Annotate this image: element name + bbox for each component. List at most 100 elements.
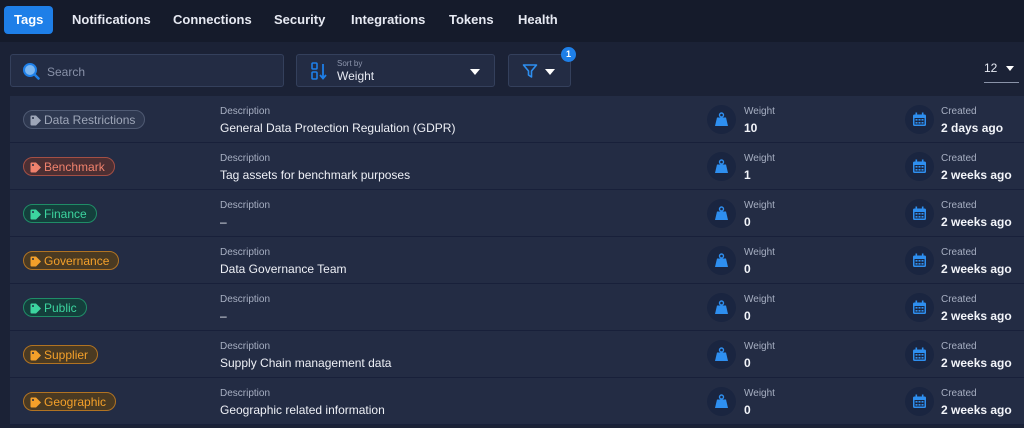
description-value: Supply Chain management data — [220, 356, 392, 370]
weight-icon-badge — [707, 152, 736, 181]
table-row[interactable]: Benchmark Description Tag assets for bench… — [10, 143, 1024, 190]
tag-pill[interactable]: Public — [23, 298, 87, 317]
weight-value: 0 — [744, 215, 751, 229]
weight-label: Weight — [744, 247, 775, 258]
sort-icon — [311, 62, 327, 80]
created-label: Created — [941, 153, 977, 164]
tab-health[interactable]: Health — [518, 6, 558, 34]
weight-icon-badge — [707, 387, 736, 416]
description-value: – — [220, 309, 227, 323]
description-value: General Data Protection Regulation (GDPR… — [220, 121, 456, 135]
tag-pill[interactable]: Supplier — [23, 345, 99, 364]
weight-icon-badge — [707, 340, 736, 369]
tab-connections[interactable]: Connections — [173, 6, 252, 34]
sort-by-select[interactable]: Sort by Weight — [296, 54, 495, 87]
calendar-icon — [913, 253, 926, 267]
calendar-icon — [913, 347, 926, 361]
tab-tokens[interactable]: Tokens — [449, 6, 494, 34]
tag-name: Supplier — [44, 348, 89, 362]
created-value: 2 weeks ago — [941, 168, 1012, 182]
tag-pill[interactable]: Governance — [23, 251, 120, 270]
weight-icon — [715, 159, 728, 173]
tab-notifications[interactable]: Notifications — [72, 6, 151, 34]
tag-name: Finance — [44, 207, 87, 221]
created-label: Created — [941, 388, 977, 399]
table-row[interactable]: Finance Description – Weight 0 Created 2 weeks… — [10, 190, 1024, 237]
table-row[interactable]: Public Description – Weight 0 Created 2 weeks … — [10, 284, 1024, 331]
description-label: Description — [220, 247, 271, 258]
sort-by-label: Sort by — [337, 59, 363, 68]
table-row[interactable]: Governance Description Data Governance Tea… — [10, 237, 1024, 284]
calendar-icon-badge — [905, 105, 934, 134]
tag-icon — [30, 115, 41, 126]
calendar-icon-badge — [905, 199, 934, 228]
sort-by-value: Weight — [337, 69, 375, 83]
weight-value: 10 — [744, 121, 758, 135]
created-label: Created — [941, 294, 977, 305]
tag-name: Public — [44, 301, 77, 315]
calendar-icon-badge — [905, 293, 934, 322]
tag-icon — [30, 256, 41, 267]
calendar-icon-badge — [905, 152, 934, 181]
weight-value: 0 — [744, 403, 751, 417]
tag-pill[interactable]: Geographic — [23, 392, 117, 411]
search-icon — [23, 63, 40, 80]
funnel-icon — [522, 64, 538, 78]
weight-icon — [715, 394, 728, 408]
weight-value: 0 — [744, 309, 751, 323]
calendar-icon-badge — [905, 387, 934, 416]
tag-icon — [30, 397, 41, 408]
description-label: Description — [220, 200, 271, 211]
weight-icon-badge — [707, 105, 736, 134]
calendar-icon — [913, 300, 926, 314]
created-value: 2 weeks ago — [941, 403, 1012, 417]
weight-label: Weight — [744, 341, 775, 352]
table-row[interactable]: Supplier Description Supply Chain manageme… — [10, 331, 1024, 378]
search-box — [10, 54, 284, 87]
weight-value: 0 — [744, 356, 751, 370]
tag-name: Geographic — [44, 395, 107, 409]
weight-icon — [715, 206, 728, 220]
tab-integrations[interactable]: Integrations — [351, 6, 425, 34]
weight-icon — [715, 347, 728, 361]
tag-icon — [30, 209, 41, 220]
calendar-icon — [913, 206, 926, 220]
tab-tags[interactable]: Tags — [4, 6, 54, 34]
tag-icon — [30, 303, 41, 314]
tag-name: Benchmark — [44, 160, 105, 174]
tag-pill[interactable]: Data Restrictions — [23, 110, 146, 129]
created-label: Created — [941, 341, 977, 352]
description-label: Description — [220, 388, 271, 399]
table-row[interactable]: Geographic Description Geographic related … — [10, 378, 1024, 425]
calendar-icon-badge — [905, 246, 934, 275]
created-value: 2 days ago — [941, 121, 1004, 135]
chevron-down-icon — [470, 69, 480, 75]
search-input[interactable] — [45, 60, 279, 84]
calendar-icon — [913, 159, 926, 173]
description-value: Geographic related information — [220, 403, 385, 417]
created-value: 2 weeks ago — [941, 309, 1012, 323]
table-row[interactable]: Data Restrictions Description General Data… — [10, 96, 1024, 143]
chevron-down-icon — [545, 69, 555, 75]
tag-icon — [30, 350, 41, 361]
weight-label: Weight — [744, 106, 775, 117]
created-label: Created — [941, 247, 977, 258]
weight-label: Weight — [744, 200, 775, 211]
description-label: Description — [220, 294, 271, 305]
tag-pill[interactable]: Benchmark — [23, 157, 115, 176]
description-value: Data Governance Team — [220, 262, 347, 276]
created-value: 2 weeks ago — [941, 262, 1012, 276]
weight-label: Weight — [744, 294, 775, 305]
tag-name: Governance — [44, 254, 110, 268]
page-size-value: 12 — [984, 61, 998, 75]
created-value: 2 weeks ago — [941, 356, 1012, 370]
tag-icon — [30, 162, 41, 173]
weight-label: Weight — [744, 153, 775, 164]
weight-label: Weight — [744, 388, 775, 399]
tag-pill[interactable]: Finance — [23, 204, 97, 223]
description-label: Description — [220, 153, 271, 164]
page-size-select[interactable]: 12 — [984, 58, 1019, 83]
weight-icon-badge — [707, 293, 736, 322]
weight-icon — [715, 253, 728, 267]
tab-security[interactable]: Security — [274, 6, 325, 34]
